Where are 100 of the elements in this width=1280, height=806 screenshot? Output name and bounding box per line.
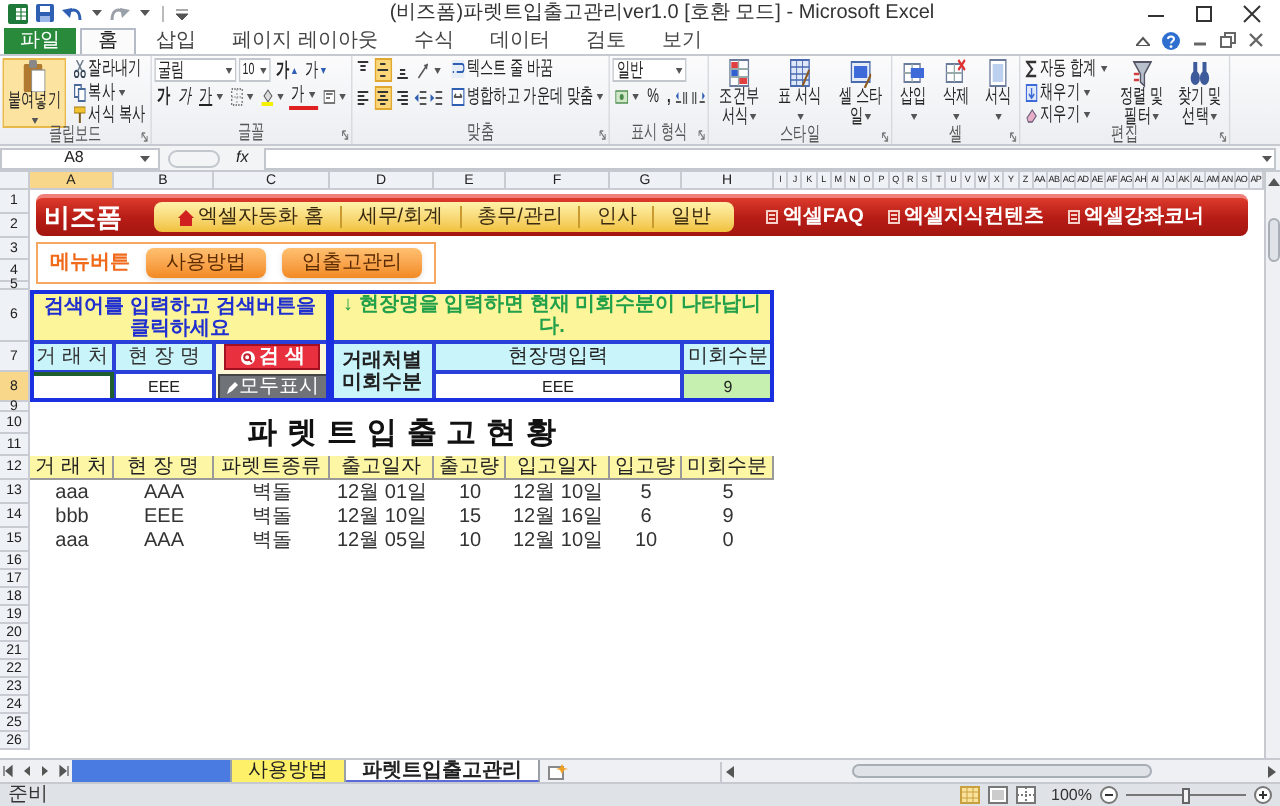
previous-sheet-icon[interactable]	[20, 764, 34, 778]
vertical-scrollbar[interactable]	[1264, 172, 1280, 758]
ribbon-tab[interactable]: 데이터	[473, 28, 566, 54]
phonetic-button[interactable]	[320, 86, 349, 109]
menu-button[interactable]: 사용방법	[146, 248, 266, 278]
format-painter-button[interactable]: 서식 복사	[71, 104, 148, 127]
maximize-icon[interactable]	[1192, 3, 1216, 23]
name-box[interactable]: A8	[0, 147, 160, 169]
bold-button[interactable]: 가	[154, 86, 173, 109]
save-icon[interactable]	[36, 4, 54, 22]
formula-input[interactable]	[264, 147, 1276, 169]
increase-indent-icon[interactable]	[430, 89, 444, 107]
increase-decimal-icon[interactable]	[675, 88, 690, 107]
banner-link[interactable]: 엑셀FAQ	[766, 206, 864, 228]
dialog-launcher-icon[interactable]	[341, 130, 349, 140]
copy-button[interactable]: 복사	[71, 81, 148, 104]
page-break-icon[interactable]	[1015, 786, 1036, 804]
ribbon-tab[interactable]: 페이지 레이아웃	[216, 28, 394, 54]
decrease-indent-icon[interactable]	[414, 89, 428, 107]
edit-button[interactable]: 정렬 및 필터	[1115, 58, 1168, 128]
insert-sheet-icon[interactable]	[548, 763, 568, 779]
orientation-button[interactable]	[414, 58, 444, 82]
banner-link[interactable]: 엑셀강좌코너	[1067, 206, 1204, 228]
font-size-field[interactable]: 10	[238, 58, 271, 82]
edit-button[interactable]: 찾기 및 선택	[1173, 58, 1227, 128]
dialog-launcher-icon[interactable]	[599, 130, 607, 140]
show-all-button[interactable]: 모두표시	[217, 374, 327, 400]
first-sheet-icon[interactable]	[2, 764, 16, 778]
decrease-decimal-icon[interactable]	[691, 88, 705, 107]
cells-button[interactable]: 삭제	[937, 58, 975, 128]
next-sheet-icon[interactable]	[38, 764, 52, 778]
scroll-thumb[interactable]	[851, 764, 1151, 778]
menu-button[interactable]: 입출고관리	[282, 248, 422, 278]
nav-link[interactable]: 일반	[652, 206, 727, 228]
search-button[interactable]: 검 색	[224, 344, 320, 370]
customize-icon[interactable]	[176, 7, 188, 19]
ribbon-tab[interactable]: 홈	[80, 28, 136, 54]
nav-link[interactable]: 엑셀자동화 홈	[162, 206, 340, 228]
merge-center-button[interactable]: 병합하고 가운데 맞춤	[448, 85, 607, 108]
grow-font-button[interactable]: 가	[272, 58, 300, 82]
cells-button[interactable]: 삽입	[895, 58, 932, 128]
spreadsheet-icon[interactable]	[8, 3, 28, 23]
number-format-field[interactable]: 일반	[612, 58, 687, 82]
ribbon-tab[interactable]: 보기	[645, 28, 718, 54]
sheet-tab[interactable]: 파렛트입출고관리	[346, 759, 540, 783]
cells-button[interactable]: 서식	[979, 58, 1017, 128]
scroll-thumb[interactable]	[1267, 218, 1279, 262]
sheet-tab[interactable]: 사용방법	[232, 759, 346, 783]
underline-button[interactable]: 가	[196, 86, 226, 109]
cut-button[interactable]: 잘라내기	[71, 58, 148, 81]
ribbon-tab[interactable]: 삽입	[140, 28, 212, 54]
style-button[interactable]: 셀 스타일	[832, 58, 889, 128]
dialog-launcher-icon[interactable]	[698, 130, 705, 140]
left-arrow-icon[interactable]	[726, 765, 734, 777]
zoom-in-icon[interactable]	[1254, 786, 1272, 804]
edit-button[interactable]: 채우기	[1023, 81, 1110, 104]
horizontal-align-button[interactable]	[394, 86, 412, 110]
banner-link[interactable]: 엑셀지식컨텐츠	[887, 206, 1044, 228]
accounting-button[interactable]	[612, 86, 642, 109]
close-icon[interactable]	[1240, 3, 1264, 23]
nav-link[interactable]: 총무/관리	[459, 206, 579, 228]
shrink-font-button[interactable]: 가	[302, 58, 329, 82]
right-arrow-icon[interactable]	[1268, 765, 1276, 777]
horizontal-align-button[interactable]	[354, 86, 372, 110]
font-name-field[interactable]: 굴림	[154, 58, 236, 82]
zoom-slider[interactable]	[1126, 787, 1246, 803]
percent-button[interactable]: %	[644, 86, 662, 109]
comma-button[interactable]: ,	[664, 86, 674, 109]
paste-button[interactable]: 붙여넣기	[2, 58, 66, 128]
edit-button[interactable]: 자동 합계	[1023, 58, 1110, 81]
nav-link[interactable]: 인사	[578, 206, 653, 228]
wrap-text-button[interactable]: 텍스트 줄 바꿈	[448, 58, 607, 81]
vertical-align-button[interactable]	[374, 58, 392, 82]
dialog-launcher-icon[interactable]	[1219, 132, 1227, 142]
up-arrow-icon[interactable]	[1267, 176, 1279, 186]
help-icon[interactable]	[1162, 31, 1180, 49]
dialog-launcher-icon[interactable]	[1009, 132, 1017, 142]
restore-icon[interactable]	[1220, 32, 1236, 48]
horizontal-scrollbar[interactable]	[720, 761, 1280, 781]
borders-button[interactable]	[228, 86, 256, 109]
slider-thumb[interactable]	[1182, 787, 1190, 803]
insert-function-label[interactable]: fx	[228, 148, 257, 168]
ribbon-tab[interactable]: 수식	[397, 28, 470, 54]
undo-icon[interactable]	[62, 4, 82, 22]
italic-button[interactable]: 가	[175, 86, 194, 109]
collapse-ribbon-icon[interactable]	[1136, 35, 1150, 45]
edit-button[interactable]: 지우기	[1023, 104, 1110, 127]
last-sheet-icon[interactable]	[56, 764, 70, 778]
zoom-out-icon[interactable]	[1100, 786, 1118, 804]
style-button[interactable]: 조건부 서식	[711, 58, 767, 128]
close-icon[interactable]	[1248, 32, 1264, 48]
dialog-launcher-icon[interactable]	[140, 132, 148, 142]
style-button[interactable]: 표 서식	[772, 58, 828, 128]
dialog-launcher-icon[interactable]	[881, 132, 889, 142]
horizontal-align-button[interactable]	[374, 86, 392, 110]
redo-icon[interactable]	[110, 4, 130, 22]
ribbon-tab[interactable]: 검토	[569, 28, 642, 54]
font-color-button[interactable]: 가	[288, 86, 318, 109]
nav-link[interactable]: 세무/회계	[339, 206, 460, 228]
page-layout-icon[interactable]	[987, 786, 1008, 804]
